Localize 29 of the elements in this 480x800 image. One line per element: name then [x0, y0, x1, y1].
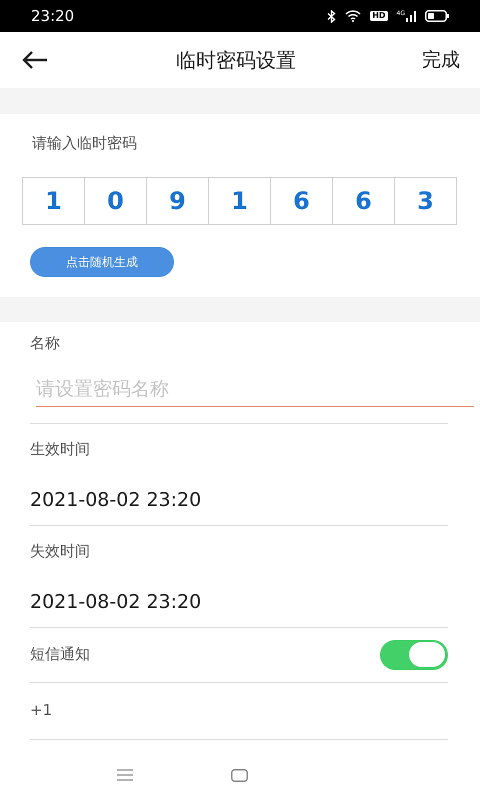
- back-arrow-icon: [22, 51, 48, 69]
- bluetooth-icon: [327, 10, 336, 22]
- signal-icon: [406, 10, 416, 22]
- password-digit: 1: [208, 178, 270, 224]
- field-label: 名称: [30, 333, 61, 354]
- password-digits[interactable]: 1 0 9 1 6 6 3: [22, 176, 457, 224]
- datetime-value[interactable]: 2021-08-02 23:20: [30, 486, 448, 514]
- datetime-value[interactable]: 2021-08-02 23:20: [30, 588, 448, 616]
- hd-badge: HD: [370, 11, 388, 21]
- battery-icon: [425, 10, 449, 22]
- row-label: 失效时间: [30, 540, 91, 562]
- row-label: +1: [30, 700, 52, 722]
- password-digit: 1: [44, 186, 63, 216]
- sms-toggle[interactable]: [380, 640, 448, 670]
- menu-icon[interactable]: [117, 769, 133, 781]
- password-digit: 9: [146, 178, 208, 224]
- password-digit: 6: [332, 178, 394, 224]
- status-time: 23:20: [31, 6, 74, 27]
- name-input[interactable]: 请设置密码名称: [36, 372, 474, 406]
- home-icon[interactable]: [231, 768, 248, 782]
- wifi-icon: [345, 10, 362, 22]
- row-label: 生效时间: [30, 438, 91, 460]
- row-label: 短信通知: [30, 644, 90, 666]
- section-label: 请输入临时密码: [32, 133, 138, 154]
- done-button[interactable]: 完成: [422, 46, 460, 74]
- password-digit: 0: [84, 178, 146, 224]
- page-title: 临时密码设置: [176, 47, 296, 74]
- password-digit: 6: [270, 178, 332, 224]
- password-digit: 3: [394, 178, 456, 224]
